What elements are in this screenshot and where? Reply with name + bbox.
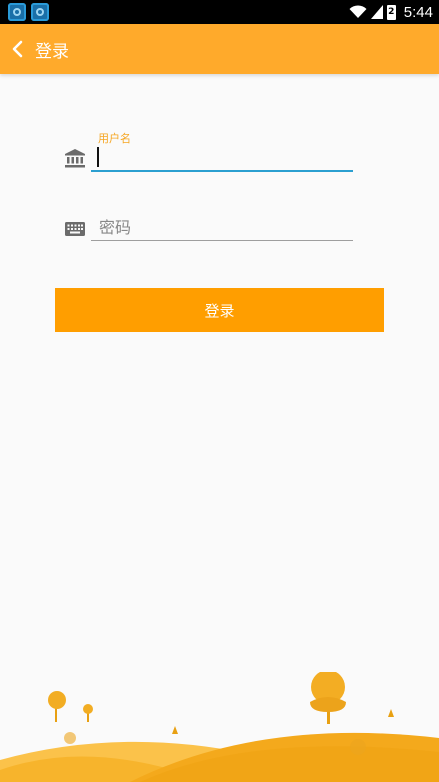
app-notification-icon (31, 3, 49, 21)
status-indicators: 2 5:44 (349, 0, 433, 24)
app-notification-icon (8, 3, 26, 21)
battery-icon: 2 (386, 4, 396, 20)
page-title: 登录 (35, 42, 69, 62)
landscape-illustration (0, 672, 439, 782)
password-input[interactable]: 密码 (91, 212, 353, 241)
login-button[interactable]: 登录 (55, 288, 384, 332)
chevron-left-icon[interactable] (8, 39, 28, 59)
username-input[interactable] (91, 144, 353, 172)
text-cursor (97, 147, 99, 167)
password-placeholder: 密码 (99, 218, 132, 237)
status-time: 5:44 (403, 3, 433, 21)
toolbar: 登录 (0, 24, 439, 74)
username-field-container: 用户名 (60, 130, 360, 174)
status-bar: 2 5:44 (0, 0, 439, 24)
password-field-container: 密码 (60, 212, 360, 242)
keyboard-icon (65, 222, 85, 236)
wifi-icon (349, 5, 367, 18)
bank-icon (65, 149, 85, 168)
cellular-signal-icon (370, 5, 383, 19)
